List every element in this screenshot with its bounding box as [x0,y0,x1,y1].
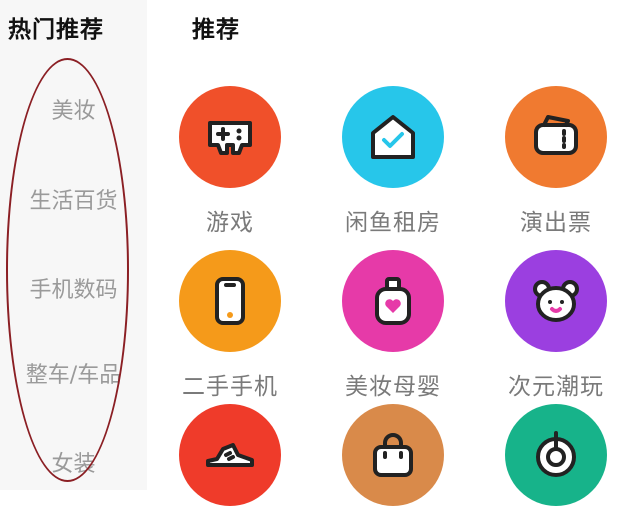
bear-icon [505,250,607,352]
tile-label: 次元潮玩 [508,374,604,400]
sidebar-item-vehicles[interactable]: 整车/车品 [0,357,147,389]
tile-xianyu-rental[interactable]: 闲鱼租房 [318,86,468,237]
tile-label: 二手手机 [182,374,278,400]
tile-beauty-baby[interactable]: 美妆母婴 [318,250,468,401]
tile-label: 闲鱼租房 [345,210,441,236]
sidebar-item-phones-digital[interactable]: 手机数码 [0,272,147,304]
sneaker-icon [179,404,281,506]
house-check-icon [342,86,444,188]
sidebar-title: 热门推荐 [8,17,104,43]
tile-sneakers[interactable] [155,404,305,521]
sidebar: 热门推荐 美妆 生活百货 手机数码 整车/车品 女装 [0,0,147,490]
power-icon [505,404,607,506]
phone-icon [179,250,281,352]
tile-power[interactable] [481,404,631,521]
tile-label: 美妆母婴 [345,374,441,400]
main-title: 推荐 [192,17,240,43]
tile-bags[interactable] [318,404,468,521]
sidebar-item-womens-wear[interactable]: 女装 [0,446,147,478]
sidebar-item-beauty[interactable]: 美妆 [0,93,147,125]
tile-show-tickets[interactable]: 演出票 [481,86,631,237]
ticket-icon [505,86,607,188]
tile-used-phones[interactable]: 二手手机 [155,250,305,401]
sidebar-item-daily-goods[interactable]: 生活百货 [0,183,147,215]
bag-icon [342,404,444,506]
gamepad-icon [179,86,281,188]
tile-games[interactable]: 游戏 [155,86,305,237]
tile-label: 游戏 [206,210,254,236]
tile-anime-toys[interactable]: 次元潮玩 [481,250,631,401]
heart-bottle-icon [342,250,444,352]
tile-label: 演出票 [520,210,592,236]
